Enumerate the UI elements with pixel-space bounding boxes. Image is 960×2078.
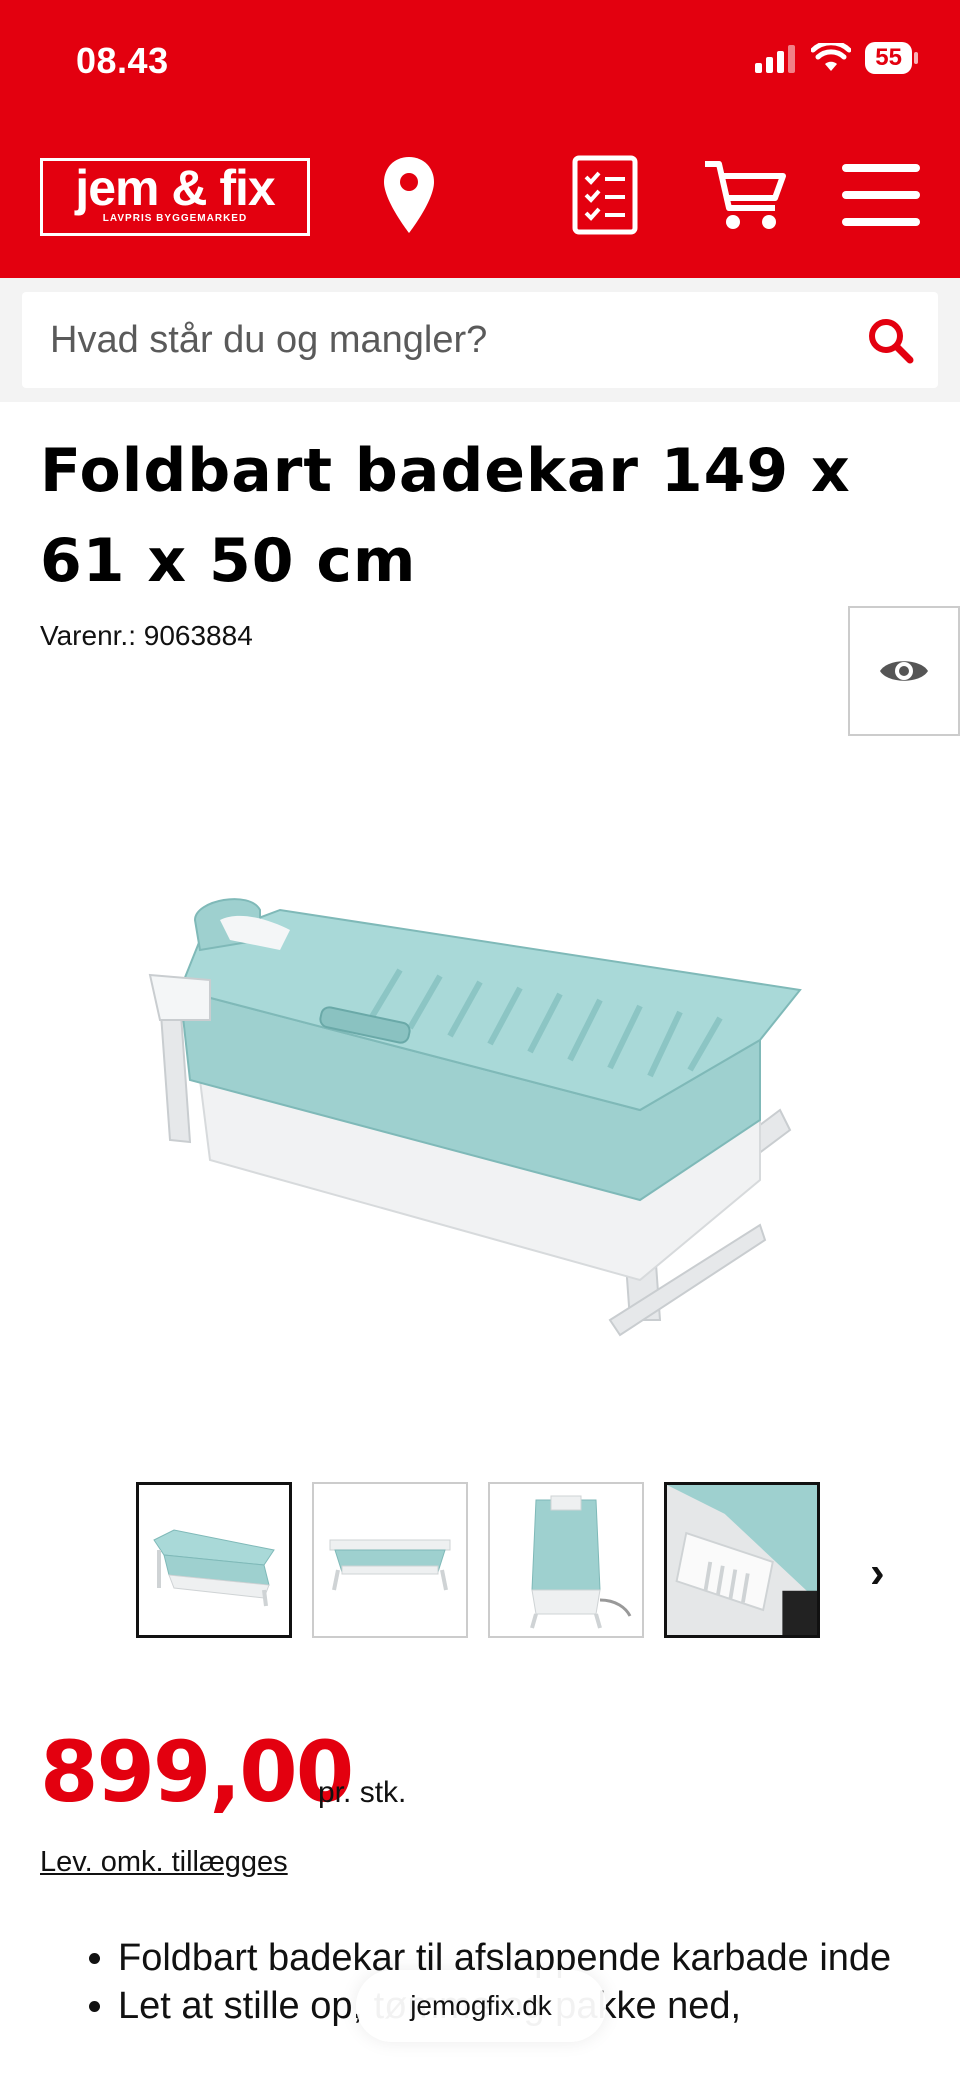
battery-indicator: 55	[865, 42, 918, 74]
thumbnail-1[interactable]	[136, 1482, 292, 1638]
location-pin-icon	[384, 157, 434, 233]
thumbnail-image	[530, 1495, 632, 1629]
browser-url-bar[interactable]: jemogfix.dk	[356, 1970, 606, 2042]
search-input[interactable]	[50, 292, 850, 388]
cart-button[interactable]	[700, 150, 790, 240]
thumbnail-next-button[interactable]: ›	[870, 1548, 885, 1598]
url-text: jemogfix.dk	[410, 1990, 552, 2021]
search-icon	[869, 319, 914, 364]
bathtub-image	[148, 898, 802, 1337]
header-bar: 08.43 55 jem & fix LAVPRIS BYGGEMARKED	[0, 0, 960, 278]
product-sku: Varenr.: 9063884	[40, 620, 253, 651]
status-icons: 55	[753, 42, 918, 74]
eye-icon	[880, 661, 928, 681]
thumbnail-4[interactable]	[664, 1482, 820, 1638]
thumbnail-3[interactable]	[488, 1482, 644, 1638]
shopping-list-icon	[572, 155, 638, 235]
shopping-list-button[interactable]	[560, 150, 650, 240]
thumbnail-2[interactable]	[312, 1482, 468, 1638]
chevron-right-icon: ›	[870, 1548, 885, 1597]
product-main-image[interactable]	[140, 880, 830, 1360]
menu-button[interactable]	[836, 150, 926, 240]
status-time: 08.43	[76, 40, 169, 81]
search-area	[0, 278, 960, 402]
search-button[interactable]	[866, 316, 914, 364]
search-box	[22, 292, 938, 388]
thumbnail-image	[667, 1485, 817, 1635]
wifi-icon	[811, 43, 852, 71]
logo[interactable]: jem & fix LAVPRIS BYGGEMARKED	[40, 158, 310, 236]
logo-text: jem & fix	[75, 160, 275, 216]
cart-icon	[705, 161, 786, 229]
thumbnail-image	[153, 1529, 275, 1607]
product-title: Foldbart badekar 149 x 61 x 50 cm	[40, 436, 851, 596]
store-locator-button[interactable]	[364, 150, 454, 240]
signal-icon	[755, 45, 796, 73]
product-price: 899,00	[40, 1723, 354, 1821]
price-unit: pr. stk.	[318, 1776, 407, 1809]
menu-icon	[842, 164, 920, 226]
thumbnail-strip	[136, 1482, 820, 1638]
shipping-cost-link[interactable]: Lev. omk. tillægges	[40, 1846, 288, 1879]
thumbnail-image	[329, 1539, 451, 1591]
watch-product-button[interactable]	[848, 606, 960, 736]
